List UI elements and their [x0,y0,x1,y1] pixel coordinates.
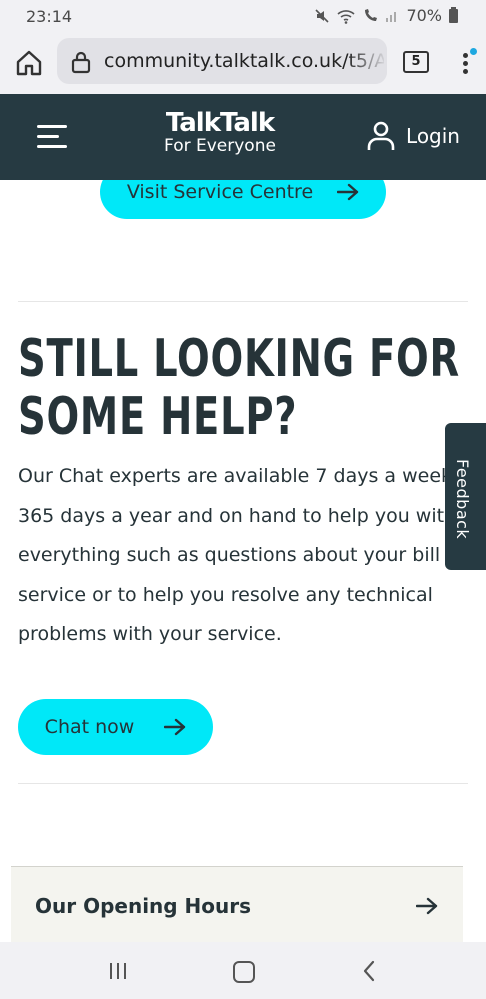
chat-now-button[interactable]: Chat now [18,699,213,755]
section-divider [18,783,468,784]
wifi-icon [337,9,355,24]
site-header-overlay: TalkTalk For Everyone Login [0,94,486,180]
page-heading: STILL LOOKING FOR SOME HELP? [18,330,462,446]
login-link[interactable]: Login [366,120,460,152]
user-icon [367,121,395,150]
menu-dot-icon [463,69,468,74]
status-icons: 70% [314,6,458,25]
system-navigation-bar [0,942,486,999]
status-bar: 23:14 70% [0,0,486,32]
brand-name: TalkTalk [165,108,275,138]
signal-icon [386,11,397,22]
visit-button-label: Visit Service Centre [126,181,314,203]
description-line: Our Chat experts are available 7 days a … [18,465,448,487]
section-divider [18,301,468,302]
mute-icon [315,8,330,23]
url-fade [347,38,387,84]
description-line: problems with your service. [18,623,282,645]
talktalk-logo[interactable]: TalkTalk For Everyone [150,108,290,156]
menu-dot-icon [463,61,468,66]
arrow-right-icon [416,897,438,915]
feedback-label: Feedback [453,459,472,540]
opening-hours-label: Our Opening Hours [35,894,252,918]
arrow-right-icon [164,718,186,736]
arrow-right-icon [337,183,359,201]
browser-toolbar: community.talktalk.co.uk/t5/Arti 5 [0,32,486,94]
feedback-tab[interactable]: Feedback [445,423,486,570]
hamburger-menu-icon[interactable] [37,125,71,149]
back-icon[interactable] [362,960,376,982]
login-label: Login [406,124,460,148]
help-description: Our Chat experts are available 7 days a … [18,457,448,655]
description-line: everything such as questions about your … [18,544,441,566]
battery-icon [449,6,458,23]
home-button-icon[interactable] [233,961,255,983]
status-time: 23:14 [26,7,73,26]
brand-tagline: For Everyone [164,136,276,156]
heading-line: SOME HELP? [18,387,298,447]
url-text: community.talktalk.co.uk/t5/Arti [104,50,384,72]
menu-dot-icon [463,53,468,58]
chat-button-label: Chat now [44,716,135,738]
battery-percentage: 70% [406,6,442,25]
heading-line: STILL LOOKING FOR [18,329,460,389]
address-bar[interactable]: community.talktalk.co.uk/t5/Arti [57,38,387,84]
description-line: 365 days a year and on hand to help you … [18,504,448,527]
browser-menu-button[interactable] [456,48,477,78]
lock-icon [71,51,91,74]
description-line: service or to help you resolve any techn… [18,583,433,606]
home-icon[interactable] [14,49,44,77]
wifi-call-icon [365,8,378,21]
tab-switcher-button[interactable]: 5 [403,51,429,73]
opening-hours-card[interactable]: Our Opening Hours [11,866,463,943]
notification-dot [470,48,477,55]
recent-apps-icon[interactable] [108,962,128,980]
